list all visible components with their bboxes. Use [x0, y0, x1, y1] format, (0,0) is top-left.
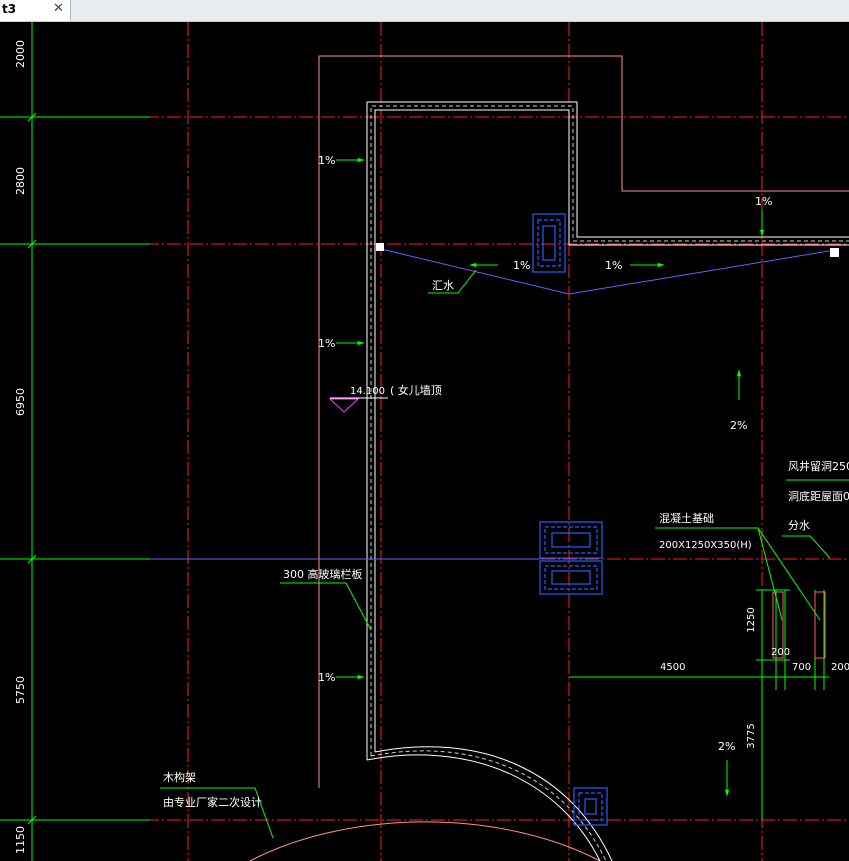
slope-label: 1% [755, 195, 772, 208]
tab-bar: t3 ✕ [0, 0, 849, 22]
equipment-bases [532, 213, 608, 826]
label-wood-frame: 木构架 [163, 770, 196, 784]
drawing-canvas[interactable]: 2000 2800 6950 5750 1150 1% 1% 1% 1% 1% … [0, 22, 849, 861]
leader-lines [160, 269, 849, 839]
slope-label: 1% [318, 154, 335, 167]
axis-grid [145, 22, 849, 861]
dim-2800: 2800 [14, 167, 27, 195]
label-parapet: ( 女儿墙顶 [390, 383, 442, 397]
slope-label: 2% [718, 740, 735, 753]
slope-label: 1% [318, 671, 335, 684]
label-concrete-size: 200X1250X350(H) [659, 540, 752, 551]
right-dimensions [569, 589, 829, 820]
label-shaft-opening: 风井留洞250X [788, 459, 849, 473]
slope-arrows [336, 157, 765, 797]
label-wood-frame-note: 由专业厂家二次设计 [163, 795, 262, 809]
right-dimension-labels: 4500 1250 200 700 200 3775 [660, 607, 849, 748]
slope-label: 1% [605, 259, 622, 272]
label-elevation: 14.100 [350, 386, 385, 397]
drainage-lines [150, 248, 836, 560]
dim-1250: 1250 [746, 607, 757, 632]
dim-4500: 4500 [660, 662, 685, 673]
dim-1150: 1150 [14, 826, 27, 854]
dim-6950: 6950 [14, 388, 27, 416]
cad-drawing: 2000 2800 6950 5750 1150 1% 1% 1% 1% 1% … [0, 22, 849, 861]
label-shaft-height: 洞底距屋面00 [788, 489, 849, 503]
slope-label: 1% [513, 259, 530, 272]
tab-t3[interactable]: t3 ✕ [0, 0, 71, 21]
dim-700: 700 [792, 662, 811, 673]
label-huishui: 汇水 [432, 279, 454, 292]
label-glass-rail: 300 高玻璃栏板 [283, 567, 363, 581]
slope-label: 2% [730, 419, 747, 432]
dim-200: 200 [771, 647, 790, 658]
dim-5750: 5750 [14, 676, 27, 704]
left-dimension-chain [0, 22, 150, 861]
label-concrete-base: 混凝土基础 [659, 511, 714, 525]
left-dimension-labels: 2000 2800 6950 5750 1150 [14, 40, 27, 854]
slope-label: 1% [318, 337, 335, 350]
label-fenshui: 分水 [788, 519, 810, 532]
elevation-marker [328, 397, 388, 413]
building-outline [249, 55, 849, 861]
close-icon[interactable]: ✕ [53, 1, 64, 16]
dim-200: 200 [831, 662, 849, 673]
dim-3775: 3775 [746, 723, 757, 748]
dim-2000: 2000 [14, 40, 27, 68]
parapet-wall [366, 101, 849, 861]
tab-label: t3 [2, 2, 17, 16]
